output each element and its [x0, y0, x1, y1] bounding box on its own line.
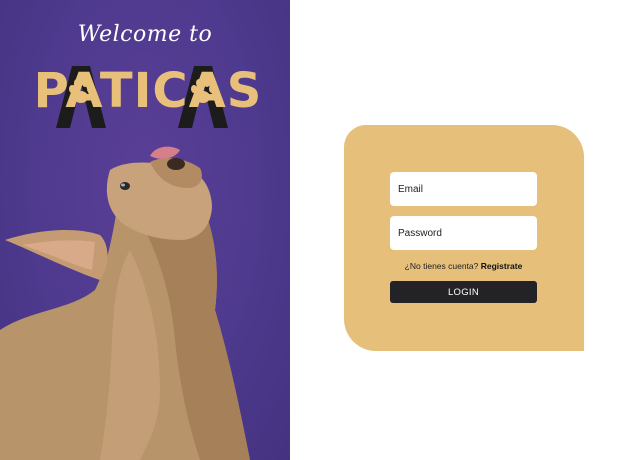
hero-panel: Welcome to PATICAS	[0, 0, 290, 460]
email-field[interactable]	[390, 172, 537, 206]
paw-icon	[69, 79, 93, 103]
password-field[interactable]	[390, 216, 537, 250]
paw-icon	[191, 79, 215, 103]
signup-prompt-line: ¿No tienes cuenta? Registrate	[390, 261, 537, 271]
brand-logo: PATICAS	[28, 62, 268, 132]
welcome-text: Welcome to	[77, 22, 213, 47]
login-button[interactable]: LOGIN	[390, 281, 537, 303]
signup-prompt: ¿No tienes cuenta?	[404, 261, 481, 271]
login-card: ¿No tienes cuenta? Registrate LOGIN	[344, 125, 584, 351]
brand-name: PATICAS	[33, 63, 263, 119]
signup-link[interactable]: Registrate	[481, 261, 523, 271]
dog-photo	[0, 146, 250, 460]
